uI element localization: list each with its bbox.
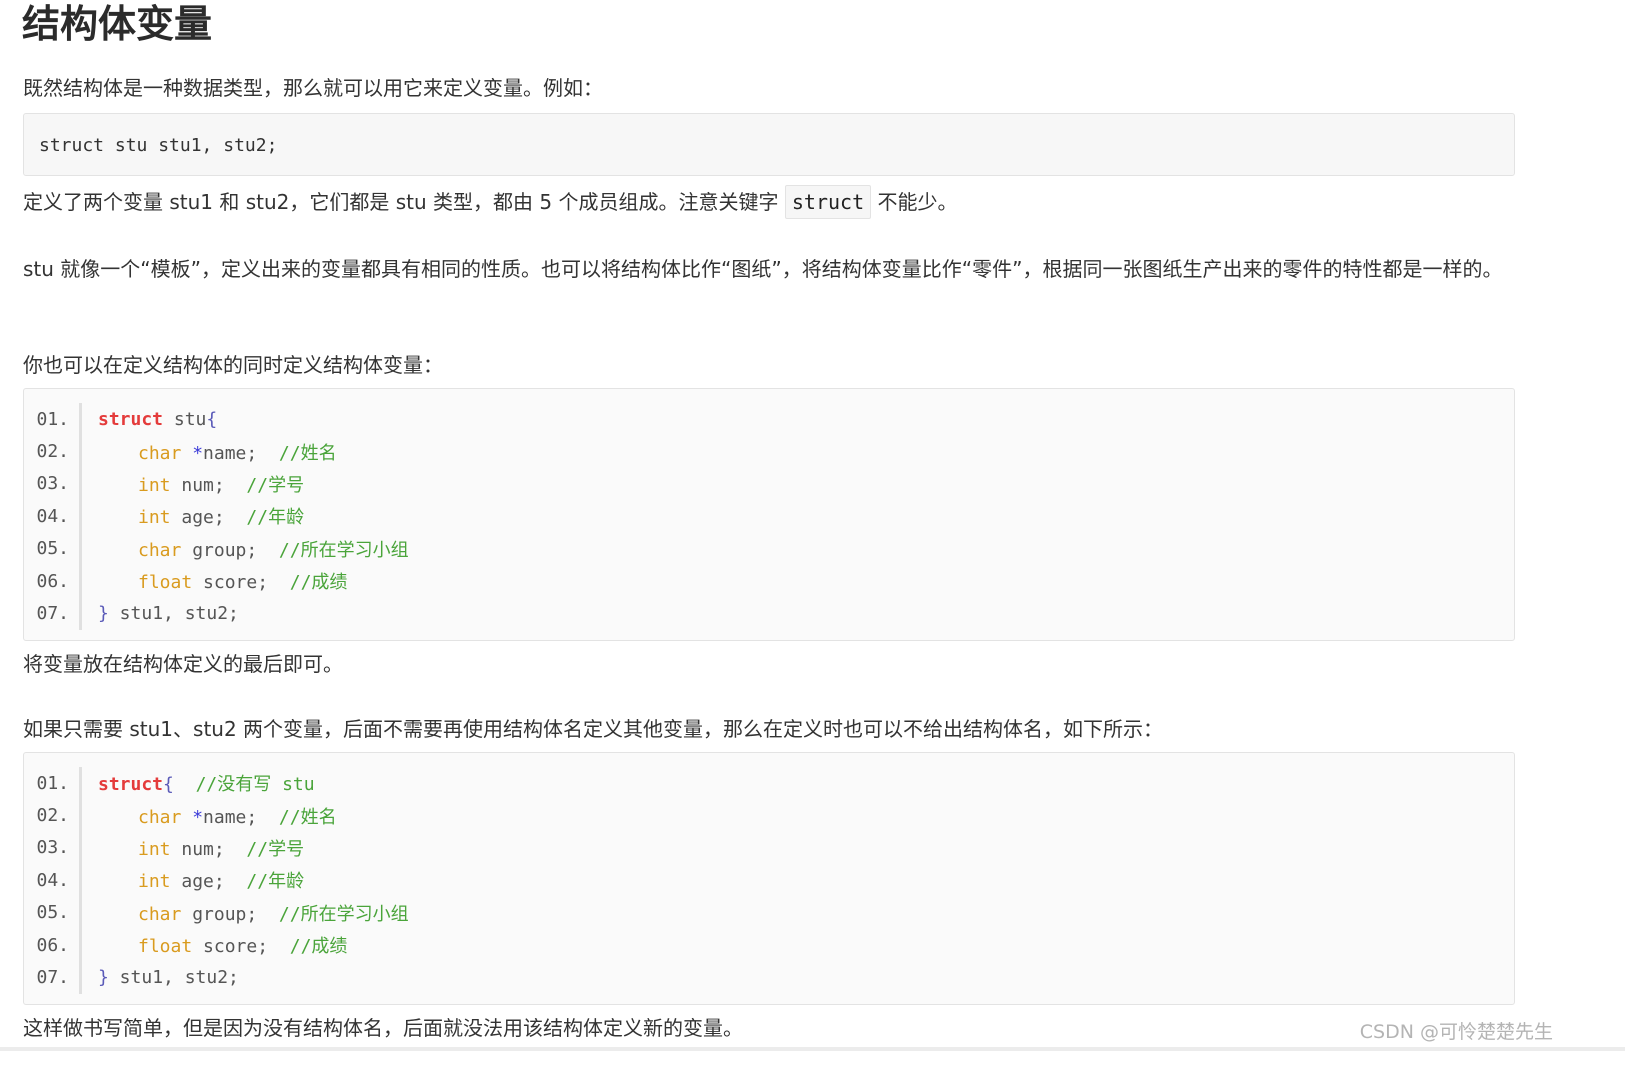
- code-line: 03. int num; //学号: [24, 831, 1514, 865]
- struct-name: stu: [163, 408, 207, 430]
- member-name: name;: [203, 806, 258, 828]
- definition-text: 定义了两个变量 stu1 和 stu2，它们都是 stu 类型，都由 5 个成员…: [23, 190, 779, 214]
- inline-code-struct: struct: [784, 185, 872, 219]
- line-number: 01.: [24, 403, 82, 436]
- line-number: 04.: [24, 864, 82, 897]
- member-type: int: [138, 474, 171, 496]
- code-comment: //学号: [246, 474, 305, 496]
- close-brace: }: [98, 967, 109, 989]
- line-number: 01.: [24, 767, 82, 800]
- code-comment: //年龄: [246, 507, 305, 529]
- variable-list: stu1, stu2;: [108, 603, 239, 625]
- member-name: num;: [181, 474, 225, 496]
- pointer-operator: *: [192, 806, 204, 828]
- keyword-struct: struct: [98, 408, 164, 430]
- line-number: 02.: [24, 799, 82, 832]
- member-type: char: [138, 806, 182, 828]
- code-comment: //所在学习小组: [278, 903, 409, 925]
- template-analogy-paragraph: stu 就像一个“模板”，定义出来的变量都具有相同的性质。也可以将结构体比作“图…: [23, 257, 1503, 281]
- member-type: int: [138, 871, 171, 893]
- line-number: 06.: [24, 564, 82, 598]
- code-line: 05. char group; //所在学习小组: [24, 896, 1514, 929]
- member-name: age;: [181, 871, 225, 893]
- code-comment: //成绩: [289, 572, 348, 594]
- keyword-struct: struct: [98, 774, 164, 796]
- member-name: name;: [203, 442, 258, 464]
- open-brace: {: [206, 408, 218, 430]
- placement-paragraph: 将变量放在结构体定义的最后即可。: [23, 652, 343, 676]
- code-line: 02. char *name; //姓名: [24, 435, 1514, 468]
- bottom-divider: [0, 1047, 1625, 1051]
- variable-list: stu1, stu2;: [108, 967, 239, 989]
- member-type: char: [138, 442, 182, 464]
- member-name: age;: [181, 507, 225, 529]
- anonymous-struct-paragraph: 如果只需要 stu1、stu2 两个变量，后面不需要再使用结构体名定义其他变量，…: [23, 717, 1164, 741]
- code-line: 02. char *name; //姓名: [24, 799, 1514, 832]
- definition-text-end: 不能少。: [877, 190, 958, 214]
- member-name: group;: [192, 903, 258, 925]
- member-name: score;: [203, 572, 269, 594]
- code-line: 07. } stu1, stu2;: [24, 961, 1514, 994]
- member-type: float: [138, 936, 193, 958]
- definition-paragraph: 定义了两个变量 stu1 和 stu2，它们都是 stu 类型，都由 5 个成员…: [23, 185, 1513, 219]
- line-number: 05.: [24, 896, 82, 929]
- code-comment: //成绩: [289, 936, 348, 958]
- line-number: 07.: [24, 961, 82, 994]
- code-comment: //年龄: [246, 871, 305, 893]
- member-type: float: [138, 572, 193, 594]
- line-number: 03.: [24, 831, 82, 865]
- code-line: 03. int num; //学号: [24, 467, 1514, 501]
- code-listing-named-struct: 01. struct stu{ 02. char *name; //姓名 03.…: [23, 388, 1515, 641]
- code-line: 06. float score; //成绩: [24, 928, 1514, 962]
- line-number: 07.: [24, 597, 82, 630]
- member-type: int: [138, 838, 171, 860]
- code-line: 04. int age; //年龄: [24, 500, 1514, 533]
- line-number: 05.: [24, 532, 82, 565]
- line-number: 06.: [24, 928, 82, 962]
- code-comment: //学号: [246, 838, 305, 860]
- line-number: 02.: [24, 435, 82, 468]
- code-comment: //姓名: [278, 442, 337, 464]
- code-line: 06. float score; //成绩: [24, 564, 1514, 598]
- simultaneous-definition-paragraph: 你也可以在定义结构体的同时定义结构体变量：: [23, 353, 443, 377]
- code-comment: //所在学习小组: [278, 539, 409, 561]
- conclusion-paragraph: 这样做书写简单，但是因为没有结构体名，后面就没法用该结构体定义新的变量。: [23, 1016, 743, 1040]
- line-number: 03.: [24, 467, 82, 501]
- close-brace: }: [98, 603, 109, 625]
- intro-paragraph: 既然结构体是一种数据类型，那么就可以用它来定义变量。例如：: [23, 76, 603, 100]
- member-type: char: [138, 539, 182, 561]
- member-type: int: [138, 507, 171, 529]
- code-line: 01. struct{ //没有写 stu: [24, 767, 1514, 800]
- code-snippet-variable-declaration: struct stu stu1, stu2;: [23, 113, 1515, 176]
- csdn-watermark: CSDN @可怜楚楚先生: [1359, 1021, 1553, 1043]
- line-number: 04.: [24, 500, 82, 533]
- code-line: 07. } stu1, stu2;: [24, 597, 1514, 630]
- pointer-operator: *: [192, 442, 204, 464]
- member-name: score;: [203, 936, 269, 958]
- code-comment: //姓名: [278, 806, 337, 828]
- member-name: num;: [181, 838, 225, 860]
- code-listing-anonymous-struct: 01. struct{ //没有写 stu 02. char *name; //…: [23, 752, 1515, 1005]
- code-comment: //没有写 stu: [195, 774, 315, 796]
- code-line: 05. char group; //所在学习小组: [24, 532, 1514, 565]
- section-title: 结构体变量: [22, 2, 213, 46]
- code-line: 01. struct stu{: [24, 403, 1514, 436]
- code-line: 04. int age; //年龄: [24, 864, 1514, 897]
- member-type: char: [138, 903, 182, 925]
- member-name: group;: [192, 539, 258, 561]
- open-brace: {: [163, 774, 174, 796]
